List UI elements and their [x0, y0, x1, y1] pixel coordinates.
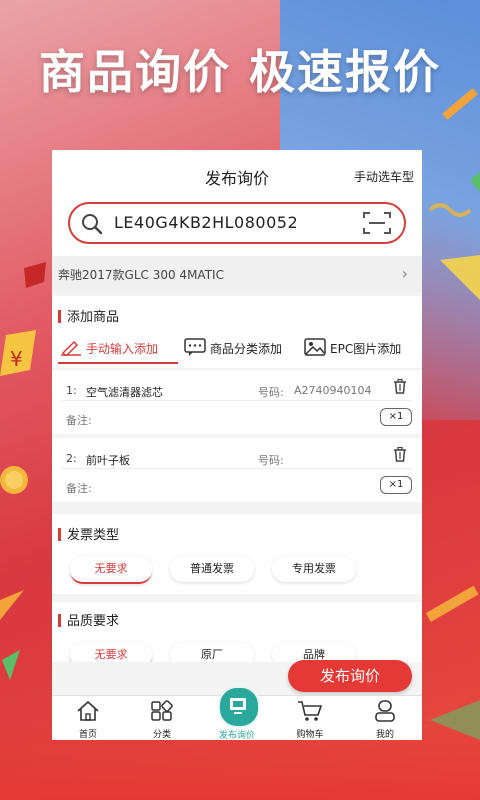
quantity-badge[interactable]: ×1 [380, 408, 412, 426]
goods-item-index: 2: [66, 452, 77, 465]
chat-dots-icon [184, 338, 206, 359]
image-icon [304, 338, 326, 359]
goods-item-code-label: 号码: [258, 454, 284, 467]
vehicle-model-row[interactable]: 奔驰2017款GLC 300 4MATIC › [52, 256, 422, 292]
invoice-section: 发票类型 无要求 普通发票 专用发票 [52, 514, 422, 594]
tab-epc-image-add-label: EPC图片添加 [330, 342, 402, 356]
user-icon [373, 700, 397, 725]
goods-item: 1: 空气滤清器滤芯 号码: A2740940104 备注: ×1 [52, 370, 422, 434]
bottom-tab-bar: 首页 分类 发布询价 购物车 我的 [52, 686, 422, 740]
tabbar-label: 首页 [78, 730, 97, 740]
tab-category-add-label: 商品分类添加 [210, 342, 283, 356]
search-icon [80, 212, 104, 240]
divider [62, 400, 412, 401]
tabbar-item-cart[interactable]: 购物车 [280, 700, 340, 740]
scan-icon[interactable] [362, 210, 392, 240]
goods-item-note-label: 备注: [66, 482, 92, 495]
goods-item-name: 空气滤清器滤芯 [86, 386, 163, 399]
goods-item-code: A2740940104 [294, 384, 372, 397]
invoice-option-none[interactable]: 无要求 [70, 556, 152, 584]
vehicle-model-name: 奔驰2017款GLC 300 4MATIC [58, 268, 224, 282]
quality-title: 品质要求 [67, 614, 120, 629]
promo-headline: 商品询价 极速报价 [38, 45, 441, 99]
trash-icon[interactable] [392, 446, 408, 466]
quality-option-oem[interactable]: 原厂 [170, 642, 254, 662]
goods-item-code-label: 号码: [258, 386, 284, 399]
vin-search-value: LE40G4KB2HL080052 [114, 213, 299, 232]
section-marker [58, 614, 61, 627]
goods-item-note-label: 备注: [66, 414, 92, 427]
add-goods-tabs: 手动输入添加 商品分类添加 EPC图片添加 [52, 332, 422, 368]
quantity-badge[interactable]: ×1 [380, 476, 412, 494]
divider [62, 468, 412, 469]
tab-manual-input[interactable]: 手动输入添加 [60, 338, 158, 359]
tabbar-item-me[interactable]: 我的 [355, 700, 415, 740]
goods-item-index: 1: [66, 384, 77, 397]
svg-text:¥: ¥ [10, 347, 23, 371]
add-goods-title: 添加商品 [67, 310, 120, 325]
app-screen: 发布询价 手动选车型 LE40G4KB2HL080052 奔驰2017款GLC … [52, 150, 422, 740]
tabbar-label: 分类 [152, 730, 171, 740]
quality-section: 品质要求 无要求 原厂 品牌 [52, 602, 422, 662]
active-tab-indicator [58, 362, 178, 364]
quality-option-none[interactable]: 无要求 [70, 642, 152, 662]
home-icon [76, 700, 100, 725]
manual-select-model-button[interactable]: 手动选车型 [354, 168, 414, 185]
pen-icon [60, 338, 82, 359]
section-marker [58, 310, 61, 323]
goods-item-name: 前叶子板 [86, 454, 130, 467]
tab-epc-image-add[interactable]: EPC图片添加 [304, 338, 401, 359]
section-marker [58, 528, 61, 541]
tab-manual-input-label: 手动输入添加 [86, 342, 159, 356]
goods-item: 2: 前叶子板 号码: 备注: ×1 [52, 438, 422, 502]
chevron-right-icon: › [401, 264, 408, 283]
tabbar-label: 我的 [375, 730, 394, 740]
invoice-title: 发票类型 [67, 528, 120, 543]
search-section: LE40G4KB2HL080052 [52, 200, 422, 260]
publish-inquiry-button[interactable]: 发布询价 [288, 660, 412, 692]
cart-icon [297, 701, 323, 725]
invoice-option-special[interactable]: 专用发票 [272, 556, 356, 582]
tabbar-label: 购物车 [296, 730, 324, 740]
quality-option-brand[interactable]: 品牌 [272, 642, 356, 662]
category-icon [150, 700, 174, 725]
tabbar-item-category[interactable]: 分类 [132, 700, 192, 740]
trash-icon[interactable] [392, 378, 408, 398]
tab-category-add[interactable]: 商品分类添加 [184, 338, 282, 359]
tabbar-item-home[interactable]: 首页 [58, 700, 118, 740]
vin-search-input[interactable]: LE40G4KB2HL080052 [68, 202, 406, 244]
nav-header: 发布询价 手动选车型 [52, 150, 422, 200]
invoice-option-normal[interactable]: 普通发票 [170, 556, 254, 582]
add-goods-header: 添加商品 [52, 296, 422, 332]
publish-center-button[interactable] [218, 686, 260, 728]
